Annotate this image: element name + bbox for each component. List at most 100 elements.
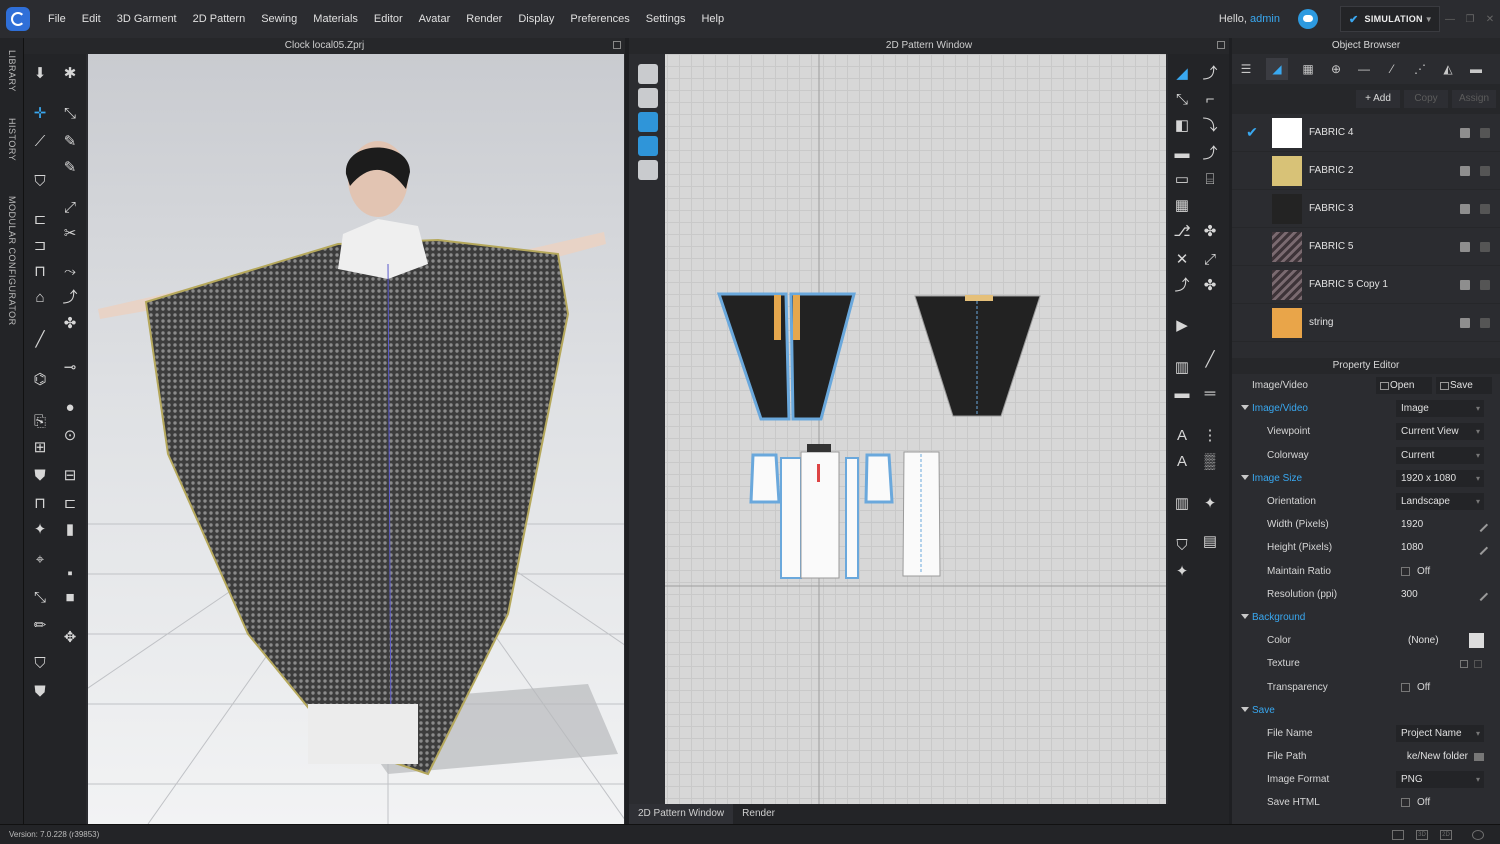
viewpoint-dropdown[interactable]: Current View bbox=[1396, 423, 1484, 441]
figure-icon[interactable]: ✦ bbox=[1172, 562, 1192, 582]
ruler-icon[interactable]: ⋮ bbox=[1200, 426, 1220, 446]
list-item[interactable]: FABRIC 3 bbox=[1232, 190, 1500, 228]
maintain-ratio-checkbox[interactable] bbox=[1401, 566, 1410, 576]
texture-pick-icon[interactable] bbox=[1460, 659, 1468, 668]
menu-file[interactable]: File bbox=[40, 0, 74, 38]
graphic-icon[interactable]: ▶ bbox=[1172, 316, 1192, 336]
shirt-icon[interactable]: ⛊ bbox=[30, 466, 50, 486]
collapse-icon[interactable] bbox=[1241, 474, 1249, 480]
cut-tool-icon[interactable]: ✂ bbox=[60, 224, 80, 244]
folder-icon[interactable] bbox=[1474, 752, 1484, 761]
tab-history[interactable]: HISTORY bbox=[7, 118, 17, 161]
annotation-icon[interactable]: A bbox=[1172, 452, 1192, 472]
color-swatch[interactable] bbox=[1468, 633, 1484, 649]
transparency-checkbox[interactable] bbox=[1401, 682, 1410, 692]
save-html-checkbox[interactable] bbox=[1401, 798, 1410, 808]
maximize-icon[interactable] bbox=[1217, 41, 1225, 49]
2d-view-icon[interactable]: 2D bbox=[1440, 830, 1452, 840]
collapse-icon[interactable] bbox=[1241, 405, 1249, 411]
pattern-piece-sleeve-right[interactable] bbox=[864, 453, 894, 504]
menu-edit[interactable]: Edit bbox=[74, 0, 109, 38]
user-name[interactable]: admin bbox=[1250, 13, 1280, 25]
trims-icon[interactable]: ⌖ bbox=[30, 550, 50, 570]
background-section[interactable]: Background bbox=[1232, 606, 1500, 629]
avatar-icon[interactable]: ✦ bbox=[1200, 494, 1220, 514]
edit-icon[interactable] bbox=[1473, 587, 1489, 602]
avatar-pose-icon[interactable]: ✱ bbox=[60, 64, 80, 84]
free-sewing-icon[interactable]: ⊐ bbox=[30, 236, 50, 256]
move-icon[interactable]: ✥ bbox=[60, 628, 80, 648]
garment-fit-icon[interactable]: ⛉ bbox=[30, 172, 50, 192]
menu-display[interactable]: Display bbox=[510, 0, 562, 38]
tab-render[interactable]: Render bbox=[733, 804, 784, 824]
tab-2d-pattern-window[interactable]: 2D Pattern Window bbox=[629, 804, 734, 824]
button-tool-icon[interactable]: ● bbox=[60, 398, 80, 418]
pattern-piece-back[interactable] bbox=[914, 295, 1041, 417]
bind-icon[interactable]: ⊏ bbox=[60, 494, 80, 514]
single-view-icon[interactable] bbox=[1392, 830, 1404, 840]
resolution-field[interactable]: 300 bbox=[1396, 589, 1474, 600]
fabric-apply-icon[interactable] bbox=[1460, 279, 1470, 290]
trace-icon[interactable]: ⌸ bbox=[1200, 170, 1220, 190]
menu-settings[interactable]: Settings bbox=[638, 0, 694, 38]
strain-icon[interactable]: ✤ bbox=[60, 314, 80, 334]
button-icon[interactable]: ⊕ bbox=[1328, 61, 1344, 77]
menu-avatar[interactable]: Avatar bbox=[411, 0, 459, 38]
trim-icon[interactable]: ◭ bbox=[1440, 61, 1456, 77]
pin-tool-icon[interactable]: ✎ bbox=[60, 132, 80, 152]
rectangle-icon[interactable]: ◧ bbox=[1172, 116, 1192, 136]
buttonhole-icon[interactable]: — bbox=[1356, 61, 1372, 77]
pleat-icon[interactable]: ✤ bbox=[1200, 276, 1220, 296]
view-lock-icon[interactable] bbox=[638, 160, 658, 180]
curve-icon[interactable]: ⤵ bbox=[1200, 116, 1220, 136]
garment-icon[interactable]: ⛉ bbox=[1172, 536, 1192, 556]
seam-allowance-icon[interactable]: ⤴ bbox=[1200, 144, 1220, 164]
layer-icon[interactable]: ▪ bbox=[60, 564, 80, 584]
chevron-down-icon[interactable]: ▼ bbox=[1425, 15, 1433, 24]
add-button[interactable]: + Add bbox=[1356, 90, 1400, 108]
tab-library[interactable]: LIBRARY bbox=[7, 50, 17, 92]
segment-cut-icon[interactable]: ✕ bbox=[1172, 250, 1192, 270]
tack-tool-icon[interactable]: ✎ bbox=[60, 158, 80, 178]
puckering-icon[interactable]: ⌬ bbox=[30, 370, 50, 390]
edit-pattern-icon[interactable]: ⤡ bbox=[1172, 90, 1192, 110]
scale-icon[interactable]: ⤡ bbox=[30, 588, 50, 608]
grading-icon[interactable]: ▒ bbox=[1200, 452, 1220, 472]
fabric-apply-icon[interactable] bbox=[1460, 317, 1470, 328]
fabric-lock-icon[interactable] bbox=[1480, 165, 1490, 176]
view-pattern-icon[interactable] bbox=[638, 64, 658, 84]
fabric-lock-icon[interactable] bbox=[1480, 279, 1490, 290]
view-fabric-icon[interactable] bbox=[638, 136, 658, 156]
edit-point-icon[interactable]: ⌐ bbox=[1200, 90, 1220, 110]
fabric-lock-icon[interactable] bbox=[1480, 203, 1490, 214]
binding-icon[interactable]: ▬ bbox=[1172, 384, 1192, 404]
minimize-icon[interactable]: — bbox=[1440, 14, 1460, 25]
file-name-field[interactable]: Project Name bbox=[1396, 724, 1484, 742]
orientation-dropdown[interactable]: Landscape bbox=[1396, 493, 1484, 511]
pencil-icon[interactable]: ✏ bbox=[30, 616, 50, 636]
fabric-apply-icon[interactable] bbox=[1460, 127, 1470, 138]
pattern-piece-sleeve-left[interactable] bbox=[749, 453, 781, 504]
menu-render[interactable]: Render bbox=[458, 0, 510, 38]
width-field[interactable]: 1920 bbox=[1396, 519, 1474, 530]
grid-icon[interactable]: ▦ bbox=[1300, 61, 1316, 77]
pattern-piece-shirt-back[interactable] bbox=[902, 451, 941, 577]
arrangement-icon[interactable]: ⌂ bbox=[30, 288, 50, 308]
copy-button[interactable]: Copy bbox=[1404, 90, 1448, 108]
menu-3d-garment[interactable]: 3D Garment bbox=[109, 0, 185, 38]
texture-clear-icon[interactable] bbox=[1474, 659, 1482, 668]
garment-preset-icon[interactable]: ⛉ bbox=[30, 654, 50, 674]
list-item[interactable]: FABRIC 2 bbox=[1232, 152, 1500, 190]
trousers-icon[interactable]: ⊓ bbox=[30, 494, 50, 514]
menu-editor[interactable]: Editor bbox=[366, 0, 411, 38]
view-info-icon[interactable] bbox=[638, 112, 658, 132]
jacket-icon[interactable]: ⛊ bbox=[30, 682, 50, 702]
fabric-lock-icon[interactable] bbox=[1480, 241, 1490, 252]
zipper-icon[interactable]: ▥ bbox=[1172, 358, 1192, 378]
refresh-icon[interactable] bbox=[1472, 830, 1484, 840]
pattern-piece-front[interactable] bbox=[716, 292, 856, 421]
edit-icon[interactable] bbox=[1473, 540, 1489, 555]
3d-viewport[interactable] bbox=[88, 54, 624, 824]
list-item[interactable]: FABRIC 5 Copy 1 bbox=[1232, 266, 1500, 304]
line-tool-icon[interactable]: ╱ bbox=[1200, 350, 1220, 370]
